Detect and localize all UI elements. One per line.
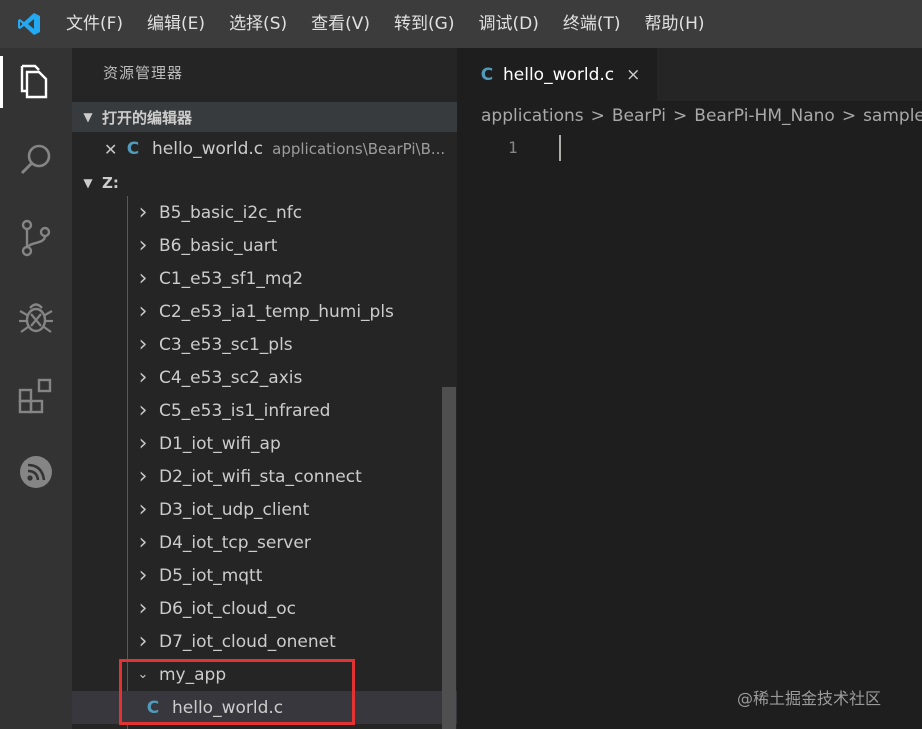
file-tree: › B5_basic_i2c_nfc › B6_basic_uart › C1_e53_s…: [72, 196, 457, 729]
tree-folder-item[interactable]: › D6_iot_cloud_oc: [72, 592, 457, 625]
open-editor-file-name: hello_world.c: [152, 139, 264, 159]
open-editor-file-path: applications\BearPi\B...: [272, 140, 446, 158]
sidebar-scrollbar[interactable]: [442, 387, 456, 729]
tree-folder-item[interactable]: › C4_e53_sc2_axis: [72, 361, 457, 394]
sidebar-title: 资源管理器: [103, 64, 184, 82]
menu-item[interactable]: 编辑(E): [135, 0, 217, 48]
chevron-right-icon: ›: [138, 464, 148, 489]
chevron-right-icon: ›: [138, 596, 148, 621]
c-file-icon: C: [480, 64, 494, 85]
chevron-right-icon: ›: [138, 563, 148, 588]
explorer-sidebar: 资源管理器 ▼ 打开的编辑器 ✕ C hello_world.c applica…: [72, 48, 457, 729]
chevron-right-icon: ›: [138, 530, 148, 555]
debug-icon[interactable]: [0, 288, 72, 348]
menu-item[interactable]: 文件(F): [58, 0, 135, 48]
search-icon[interactable]: [0, 130, 72, 190]
editor-tab-bar: C hello_world.c ×: [457, 48, 922, 101]
menu-item[interactable]: 查看(V): [299, 0, 382, 48]
chevron-right-icon: ›: [138, 266, 148, 291]
tree-folder-item[interactable]: › B5_basic_i2c_nfc: [72, 196, 457, 229]
tree-item-label: D4_iot_tcp_server: [159, 532, 311, 553]
chevron-right-icon: ›: [138, 398, 148, 423]
tree-item-label: D5_iot_mqtt: [159, 565, 263, 586]
chevron-right-icon: ›: [138, 332, 148, 357]
tree-folder-item[interactable]: › D3_iot_udp_client: [72, 493, 457, 526]
tree-item-label: D6_iot_cloud_oc: [159, 598, 296, 619]
highlight-box: [119, 659, 355, 725]
breadcrumb: applications > BearPi > BearPi-HM_Nano > sampl…: [481, 106, 922, 126]
tree-folder-item[interactable]: › D4_iot_tcp_server: [72, 526, 457, 559]
source-control-icon[interactable]: [0, 208, 72, 268]
tree-item-label: C5_e53_is1_infrared: [159, 400, 331, 421]
close-icon[interactable]: ✕: [104, 140, 122, 159]
activity-bar: [0, 48, 72, 729]
tree-folder-item[interactable]: › D5_iot_mqtt: [72, 559, 457, 592]
tree-folder-item[interactable]: › C2_e53_ia1_temp_humi_pls: [72, 295, 457, 328]
tree-item-label: B6_basic_uart: [159, 235, 278, 256]
tree-item-label: C1_e53_sf1_mq2: [159, 268, 304, 289]
tree-folder-item[interactable]: › C1_e53_sf1_mq2: [72, 262, 457, 295]
close-icon[interactable]: ×: [626, 65, 640, 85]
tree-folder-item[interactable]: › C5_e53_is1_infrared: [72, 394, 457, 427]
tree-item-label: C4_e53_sc2_axis: [159, 367, 303, 388]
line-number: 1: [508, 138, 518, 157]
breadcrumb-item[interactable]: BearPi: [612, 106, 666, 126]
open-editor-item[interactable]: ✕ C hello_world.c applications\BearPi\B.…: [72, 134, 457, 164]
tree-folder-item[interactable]: › C3_e53_sc1_pls: [72, 328, 457, 361]
chevron-right-icon: ›: [138, 629, 148, 654]
open-editors-label: 打开的编辑器: [102, 108, 193, 127]
tree-folder-item[interactable]: › D1_iot_wifi_ap: [72, 427, 457, 460]
menu-item[interactable]: 终端(T): [551, 0, 633, 48]
root-folder-label: Z:: [102, 174, 119, 192]
tree-item-label: D1_iot_wifi_ap: [159, 433, 281, 454]
tree-folder-item[interactable]: › D2_iot_wifi_sta_connect: [72, 460, 457, 493]
chevron-right-icon: ›: [138, 365, 148, 390]
chevron-right-icon: >: [673, 106, 688, 126]
chevron-right-icon: ›: [138, 299, 148, 324]
chevron-right-icon: ›: [138, 497, 148, 522]
tab-hello-world[interactable]: C hello_world.c ×: [457, 48, 657, 101]
tree-item-label: D2_iot_wifi_sta_connect: [159, 466, 362, 487]
menu-item[interactable]: 转到(G): [382, 0, 466, 48]
breadcrumb-item[interactable]: sample: [863, 106, 922, 126]
chevron-right-icon: ›: [138, 431, 148, 456]
chevron-right-icon: >: [841, 106, 857, 126]
menu-item[interactable]: 调试(D): [466, 0, 550, 48]
tree-item-label: D3_iot_udp_client: [159, 499, 310, 520]
menu-item[interactable]: 选择(S): [217, 0, 299, 48]
menu-item[interactable]: 帮助(H): [633, 0, 717, 48]
device-icon[interactable]: [0, 442, 72, 502]
tree-item-label: C3_e53_sc1_pls: [159, 334, 293, 355]
tree-item-label: C2_e53_ia1_temp_humi_pls: [159, 301, 394, 322]
chevron-right-icon: ›: [138, 233, 148, 258]
extensions-icon[interactable]: [0, 366, 72, 426]
breadcrumb-item[interactable]: applications: [481, 106, 584, 126]
tab-label: hello_world.c: [503, 64, 615, 85]
breadcrumb-item[interactable]: BearPi-HM_Nano: [694, 106, 835, 126]
watermark: @稀土掘金技术社区: [737, 689, 882, 708]
chevron-down-icon: ▼: [83, 110, 93, 124]
chevron-right-icon: ›: [138, 200, 148, 225]
menu-bar: 文件(F) 编辑(E) 选择(S) 查看(V) 转到(G) 调试(D) 终端(T) 帮助(H): [0, 0, 922, 48]
text-cursor: [559, 135, 561, 161]
c-file-icon: C: [126, 139, 140, 159]
tree-item-label: B5_basic_i2c_nfc: [159, 202, 303, 223]
tree-folder-item[interactable]: › B6_basic_uart: [72, 229, 457, 262]
explorer-icon[interactable]: [0, 52, 72, 112]
chevron-right-icon: >: [590, 106, 605, 126]
chevron-down-icon: ▼: [83, 176, 93, 190]
tree-folder-item[interactable]: › D7_iot_cloud_onenet: [72, 625, 457, 658]
open-editors-header[interactable]: ▼ 打开的编辑器: [72, 102, 457, 132]
vscode-logo-icon: [0, 0, 58, 48]
root-folder-header[interactable]: ▼ Z:: [72, 168, 457, 198]
tree-item-label: D7_iot_cloud_onenet: [159, 631, 336, 652]
